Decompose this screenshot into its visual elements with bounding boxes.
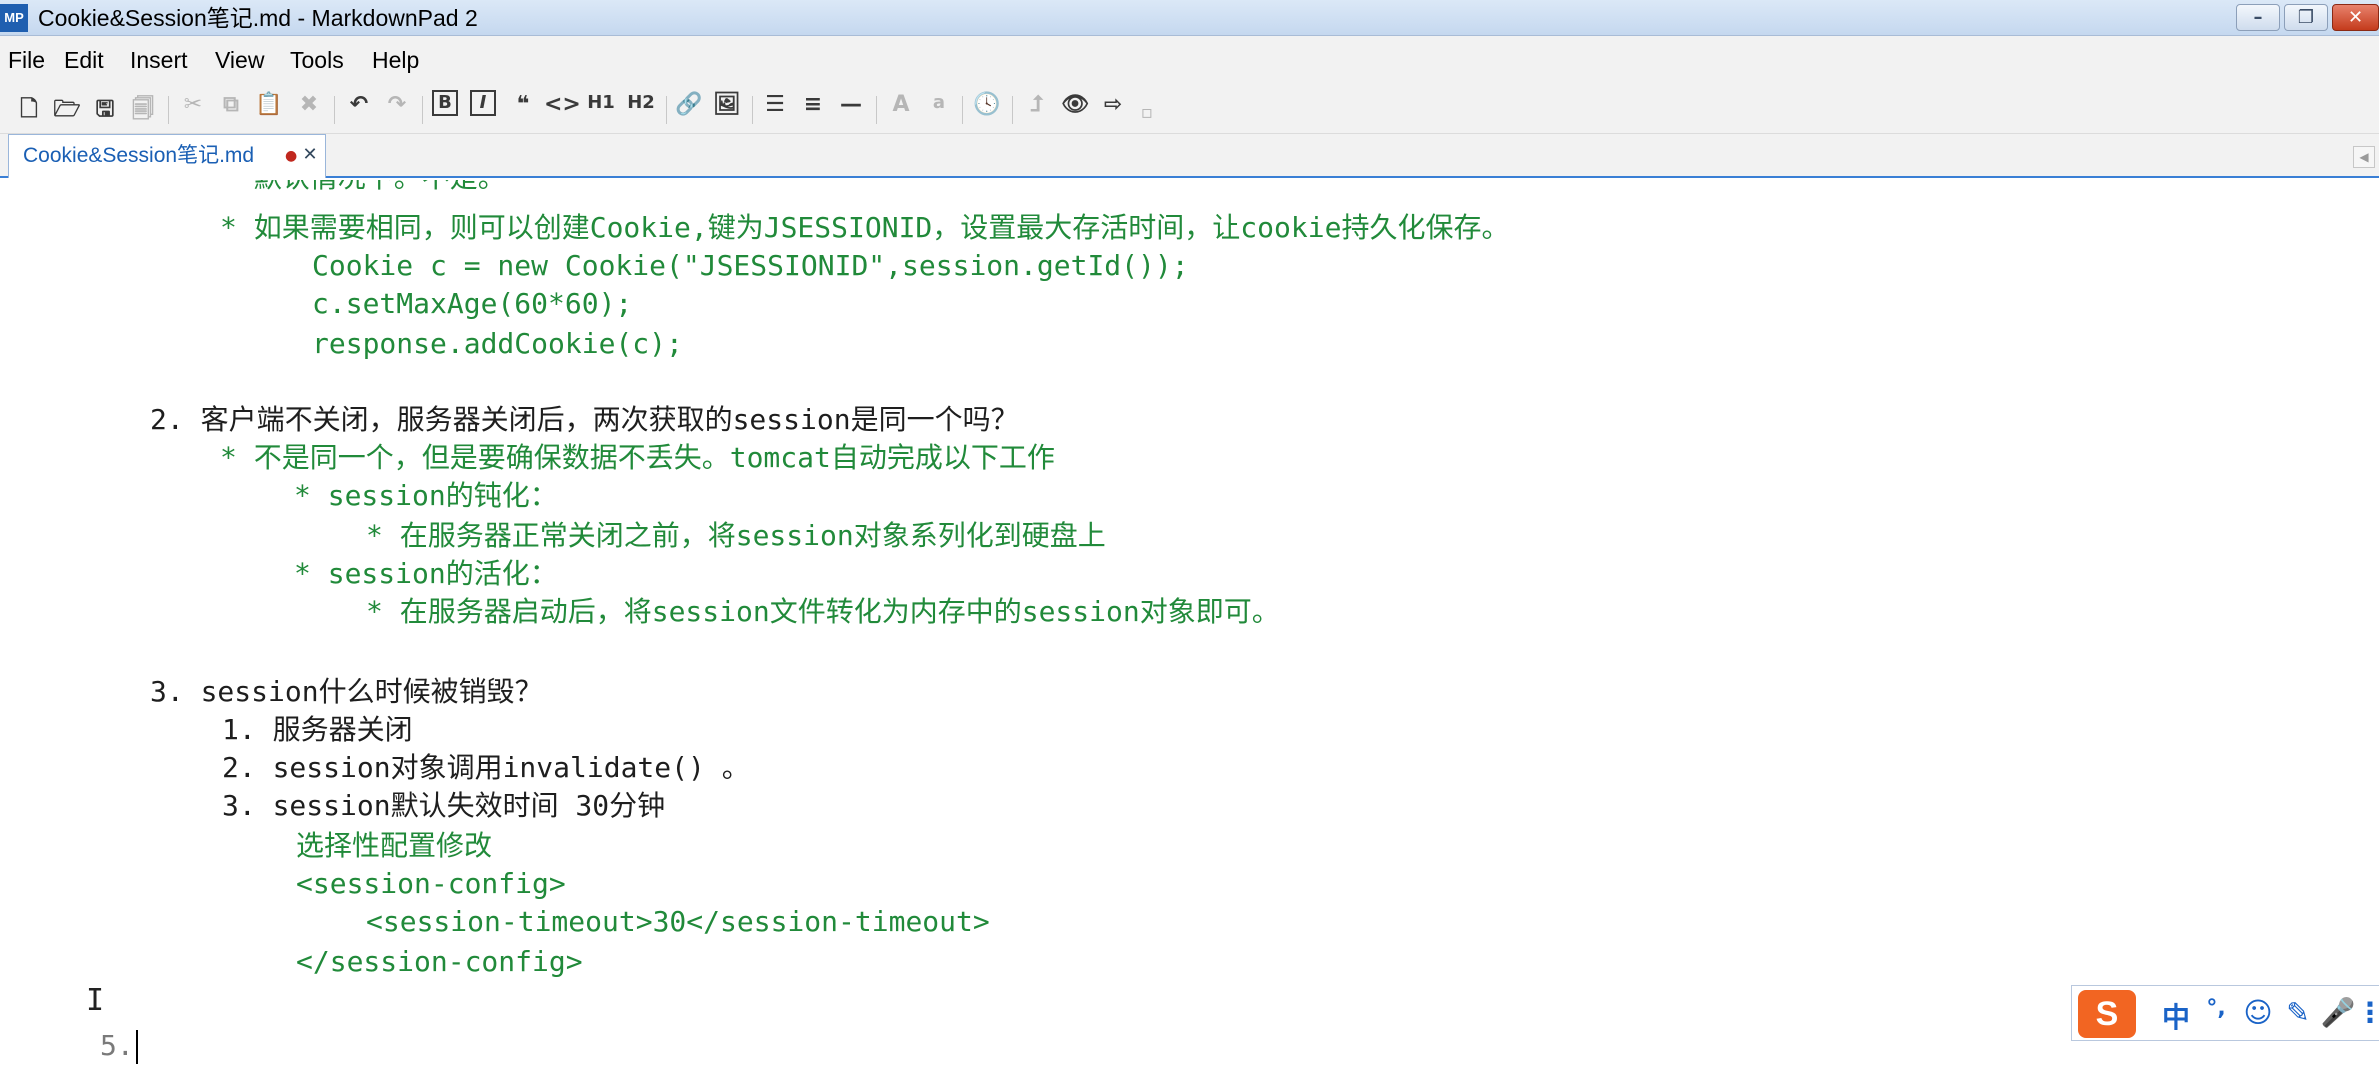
- mic-icon[interactable]: 🎤: [2320, 996, 2356, 1032]
- bold-icon[interactable]: B: [428, 90, 462, 126]
- mouse-ibeam-icon: I: [86, 983, 105, 1018]
- uppercase-icon[interactable]: A: [884, 92, 918, 126]
- toolbar-separator: [168, 96, 169, 124]
- ime-punctuation-toggle[interactable]: °,: [2198, 996, 2234, 1032]
- unordered-list-icon[interactable]: ☰: [758, 92, 792, 126]
- timestamp-icon[interactable]: 🕓: [970, 92, 1004, 126]
- cut-icon[interactable]: ✂: [176, 92, 210, 126]
- editor-line: </session-config>: [296, 945, 583, 978]
- minimize-button[interactable]: –: [2236, 4, 2280, 31]
- menu-insert[interactable]: Insert: [130, 46, 188, 74]
- tab-close-icon[interactable]: ✕: [299, 144, 321, 166]
- export-icon[interactable]: ⮥: [1020, 92, 1054, 126]
- ime-mode-toggle[interactable]: 中: [2158, 996, 2194, 1034]
- title-bar: MP Cookie&Session笔记.md - MarkdownPad 2 –…: [0, 0, 2379, 36]
- toolbar-separator: [752, 96, 753, 124]
- open-folder-icon[interactable]: 🗁: [50, 92, 84, 126]
- restore-icon: ❐: [2297, 7, 2315, 28]
- toolbar-separator: [666, 96, 667, 124]
- text-caret: [136, 1030, 138, 1064]
- paste-icon[interactable]: 📋: [252, 92, 286, 126]
- editor-line: * 如果需要相同，则可以创建Cookie,键为JSESSIONID，设置最大存活…: [220, 211, 1510, 244]
- minimize-icon: –: [2253, 7, 2263, 28]
- horizontal-rule-icon[interactable]: —: [834, 92, 868, 126]
- redo-icon[interactable]: ↷: [380, 92, 414, 126]
- menu-file[interactable]: File: [8, 46, 45, 74]
- copy-icon[interactable]: ⧉: [214, 92, 248, 126]
- toolbar-separator: [962, 96, 963, 124]
- link-icon[interactable]: 🔗: [672, 92, 706, 126]
- toolbar: 🗋 🗁 🖫 🗐 ✂ ⧉ 📋 ✖ ↶ ↷ B I ❝ <> H1 H2 🔗 🖼 ☰…: [0, 84, 2379, 134]
- editor-line: Cookie c = new Cookie("JSESSIONID",sessi…: [312, 249, 1189, 282]
- editor-line-cutoff: * 默认情况下。不是。: [220, 180, 506, 196]
- preview-icon[interactable]: 👁: [1058, 92, 1092, 126]
- toolbar-overflow-icon[interactable]: ▫: [1130, 102, 1164, 136]
- new-document-icon[interactable]: 🗋: [12, 92, 46, 126]
- editor-line-heading: 2. 客户端不关闭，服务器关闭后，两次获取的session是同一个吗？: [150, 403, 1019, 436]
- editor-line: 2. session对象调用invalidate() 。: [222, 751, 750, 784]
- editor-line: c.setMaxAge(60*60);: [312, 287, 633, 320]
- editor-line: 选择性配置修改: [296, 829, 493, 862]
- ime-logo-icon[interactable]: S: [2078, 990, 2136, 1038]
- emoji-icon[interactable]: ☺: [2240, 996, 2276, 1032]
- heading2-icon[interactable]: H2: [624, 92, 658, 126]
- save-icon[interactable]: 🖫: [88, 92, 122, 126]
- delete-icon[interactable]: ✖: [292, 92, 326, 126]
- save-all-icon[interactable]: 🗐: [126, 92, 160, 126]
- toolbar-separator: [876, 96, 877, 124]
- editor-line: 3. session默认失效时间 30分钟: [222, 789, 666, 822]
- menu-view[interactable]: View: [215, 46, 264, 74]
- italic-label: I: [470, 90, 496, 116]
- pen-icon[interactable]: ✎: [2280, 996, 2316, 1032]
- toolbar-separator: [1012, 96, 1013, 124]
- tab-cookie-session[interactable]: Cookie&Session笔记.md ● ✕: [8, 134, 326, 178]
- italic-icon[interactable]: I: [466, 90, 500, 126]
- editor-line: * 在服务器启动后，将session文件转化为内存中的session对象即可。: [366, 595, 1280, 628]
- editor-line: * session的活化：: [294, 557, 558, 590]
- editor-line: * 不是同一个，但是要确保数据不丢失。tomcat自动完成以下工作: [220, 441, 1055, 474]
- window-title: Cookie&Session笔记.md - MarkdownPad 2: [38, 5, 478, 31]
- ordered-list-icon[interactable]: ≡: [796, 92, 830, 126]
- lowercase-icon[interactable]: a: [922, 92, 956, 126]
- tab-strip: Cookie&Session笔记.md ● ✕ ◀: [0, 134, 2379, 178]
- markdown-editor[interactable]: * 默认情况下。不是。 * 如果需要相同，则可以创建Cookie,键为JSESS…: [0, 180, 2379, 1079]
- editor-line: <session-timeout>30</session-timeout>: [366, 905, 990, 938]
- menu-edit[interactable]: Edit: [64, 46, 104, 74]
- ime-more-icon[interactable]: ⋮: [2356, 996, 2379, 1032]
- toolbar-separator: [422, 96, 423, 124]
- editor-line: * 在服务器正常关闭之前，将session对象系列化到硬盘上: [366, 519, 1106, 552]
- editor-line: response.addCookie(c);: [312, 327, 683, 360]
- tab-scroll-left-icon[interactable]: ◀: [2353, 146, 2375, 168]
- close-button[interactable]: ✕: [2332, 4, 2379, 31]
- menu-help[interactable]: Help: [372, 46, 419, 74]
- app-logo-icon: MP: [0, 4, 28, 32]
- quote-icon[interactable]: ❝: [506, 92, 540, 126]
- tab-label: Cookie&Session笔记.md: [23, 144, 255, 167]
- unsaved-dot-icon: ●: [285, 148, 298, 164]
- close-icon: ✕: [2347, 7, 2364, 28]
- code-icon[interactable]: <>: [544, 92, 581, 126]
- editor-line-current: 5.: [100, 1029, 134, 1062]
- editor-line: * session的钝化：: [294, 479, 558, 512]
- restore-button[interactable]: ❐: [2284, 4, 2328, 31]
- publish-icon[interactable]: ⇨: [1096, 92, 1130, 126]
- menu-bar: File Edit Insert View Tools Help: [0, 36, 2379, 84]
- bold-label: B: [432, 90, 458, 116]
- editor-line: <session-config>: [296, 867, 566, 900]
- toolbar-separator: [334, 96, 335, 124]
- heading1-icon[interactable]: H1: [584, 92, 618, 126]
- editor-line: 1. 服务器关闭: [222, 713, 413, 746]
- editor-line-heading: 3. session什么时候被销毁？: [150, 675, 543, 708]
- image-icon[interactable]: 🖼: [710, 92, 744, 126]
- undo-icon[interactable]: ↶: [342, 92, 376, 126]
- ime-toolbar: S 中 °, ☺ ✎ 🎤 ⋮: [2071, 985, 2379, 1041]
- menu-tools[interactable]: Tools: [290, 46, 344, 74]
